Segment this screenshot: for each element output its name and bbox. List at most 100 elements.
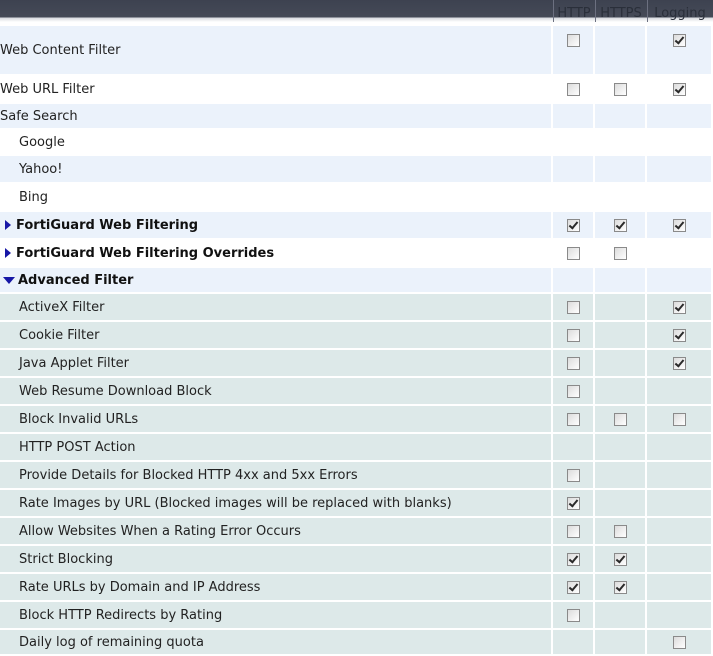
label-cell: Cookie Filter bbox=[0, 322, 551, 348]
http-checkbox[interactable] bbox=[566, 496, 580, 510]
label-cell: Daily log of remaining quota bbox=[0, 630, 551, 654]
row-label: Block Invalid URLs bbox=[19, 411, 139, 427]
logging-checkbox[interactable] bbox=[672, 300, 686, 314]
logging-cell bbox=[647, 26, 711, 74]
label-cell: Bing bbox=[0, 184, 551, 210]
https-cell bbox=[595, 490, 645, 516]
https-checkbox[interactable] bbox=[613, 524, 627, 538]
http-cell bbox=[553, 602, 593, 628]
https-cell bbox=[595, 630, 645, 654]
http-cell bbox=[553, 26, 593, 74]
http-checkbox[interactable] bbox=[566, 468, 580, 482]
logging-checkbox[interactable] bbox=[672, 328, 686, 342]
logging-checkbox[interactable] bbox=[672, 356, 686, 370]
row-label: Daily log of remaining quota bbox=[19, 634, 204, 650]
logging-cell bbox=[647, 130, 711, 154]
http-checkbox[interactable] bbox=[566, 34, 580, 47]
https-checkbox[interactable] bbox=[613, 218, 627, 232]
https-checkbox[interactable] bbox=[613, 580, 627, 594]
http-checkbox[interactable] bbox=[566, 384, 580, 398]
expand-arrow-down-icon[interactable] bbox=[3, 276, 15, 284]
https-cell bbox=[595, 212, 645, 238]
column-header-https: HTTPS bbox=[595, 0, 646, 22]
row-label: Web Resume Download Block bbox=[19, 383, 212, 399]
label-cell: Provide Details for Blocked HTTP 4xx and… bbox=[0, 462, 551, 488]
expand-arrow-right-icon[interactable] bbox=[5, 220, 11, 230]
http-checkbox[interactable] bbox=[566, 552, 580, 566]
row-label: Web URL Filter bbox=[0, 81, 95, 97]
label-cell: ActiveX Filter bbox=[0, 294, 551, 320]
https-cell bbox=[595, 294, 645, 320]
https-checkbox[interactable] bbox=[613, 246, 627, 260]
http-cell bbox=[553, 350, 593, 376]
label-cell: Block Invalid URLs bbox=[0, 406, 551, 432]
logging-cell bbox=[647, 434, 711, 460]
http-checkbox[interactable] bbox=[566, 608, 580, 622]
logging-cell bbox=[647, 630, 711, 654]
table-row-strict-blocking: Strict Blocking bbox=[0, 546, 713, 574]
http-cell bbox=[553, 518, 593, 544]
http-cell bbox=[553, 184, 593, 210]
label-cell[interactable]: FortiGuard Web Filtering bbox=[0, 212, 551, 238]
https-cell bbox=[595, 240, 645, 266]
logging-cell bbox=[647, 322, 711, 348]
table-row-cookie-filter: Cookie Filter bbox=[0, 322, 713, 350]
table-row-bing: Bing bbox=[0, 184, 713, 212]
row-label: FortiGuard Web Filtering Overrides bbox=[16, 245, 275, 261]
label-cell[interactable]: Advanced Filter bbox=[0, 268, 551, 292]
http-cell bbox=[553, 322, 593, 348]
logging-checkbox[interactable] bbox=[672, 218, 686, 232]
label-cell: Rate Images by URL (Blocked images will … bbox=[0, 490, 551, 516]
https-checkbox[interactable] bbox=[613, 82, 627, 96]
row-label: ActiveX Filter bbox=[19, 299, 105, 315]
logging-cell bbox=[647, 212, 711, 238]
http-checkbox[interactable] bbox=[566, 580, 580, 594]
http-checkbox[interactable] bbox=[566, 524, 580, 538]
http-cell bbox=[553, 574, 593, 600]
https-cell bbox=[595, 350, 645, 376]
label-cell: Strict Blocking bbox=[0, 546, 551, 572]
https-cell bbox=[595, 462, 645, 488]
label-cell: Allow Websites When a Rating Error Occur… bbox=[0, 518, 551, 544]
http-cell bbox=[553, 268, 593, 292]
table-row-fortiguard-web-filtering-overrides: FortiGuard Web Filtering Overrides bbox=[0, 240, 713, 268]
https-checkbox[interactable] bbox=[613, 412, 627, 426]
logging-checkbox[interactable] bbox=[672, 412, 686, 426]
logging-cell bbox=[647, 156, 711, 182]
label-cell: HTTP POST Action bbox=[0, 434, 551, 460]
table-row-safe-search: Safe Search bbox=[0, 104, 713, 130]
http-checkbox[interactable] bbox=[566, 412, 580, 426]
http-checkbox[interactable] bbox=[566, 246, 580, 260]
http-cell bbox=[553, 294, 593, 320]
https-checkbox[interactable] bbox=[613, 552, 627, 566]
https-cell bbox=[595, 104, 645, 128]
http-checkbox[interactable] bbox=[566, 356, 580, 370]
row-label: HTTP POST Action bbox=[19, 439, 136, 455]
http-checkbox[interactable] bbox=[566, 82, 580, 96]
logging-cell bbox=[647, 184, 711, 210]
label-cell[interactable]: FortiGuard Web Filtering Overrides bbox=[0, 240, 551, 266]
http-checkbox[interactable] bbox=[566, 328, 580, 342]
table-row-web-content-filter: Web Content Filter bbox=[0, 26, 713, 76]
http-cell bbox=[553, 406, 593, 432]
row-label: Java Applet Filter bbox=[19, 355, 130, 371]
label-cell: Block HTTP Redirects by Rating bbox=[0, 602, 551, 628]
http-checkbox[interactable] bbox=[566, 218, 580, 232]
row-label: Yahoo! bbox=[19, 161, 63, 177]
https-cell bbox=[595, 434, 645, 460]
expand-arrow-right-icon[interactable] bbox=[5, 248, 11, 258]
label-cell: Google bbox=[0, 130, 551, 154]
https-cell bbox=[595, 602, 645, 628]
logging-checkbox[interactable] bbox=[672, 635, 686, 649]
table-row-yahoo: Yahoo! bbox=[0, 156, 713, 184]
logging-cell bbox=[647, 462, 711, 488]
http-checkbox[interactable] bbox=[566, 300, 580, 314]
logging-checkbox[interactable] bbox=[672, 34, 686, 47]
table-row-fortiguard-web-filtering: FortiGuard Web Filtering bbox=[0, 212, 713, 240]
https-cell bbox=[595, 378, 645, 404]
https-cell bbox=[595, 518, 645, 544]
label-cell: Web URL Filter bbox=[0, 76, 551, 102]
logging-checkbox[interactable] bbox=[672, 82, 686, 96]
https-cell bbox=[595, 26, 645, 74]
logging-cell bbox=[647, 76, 711, 102]
